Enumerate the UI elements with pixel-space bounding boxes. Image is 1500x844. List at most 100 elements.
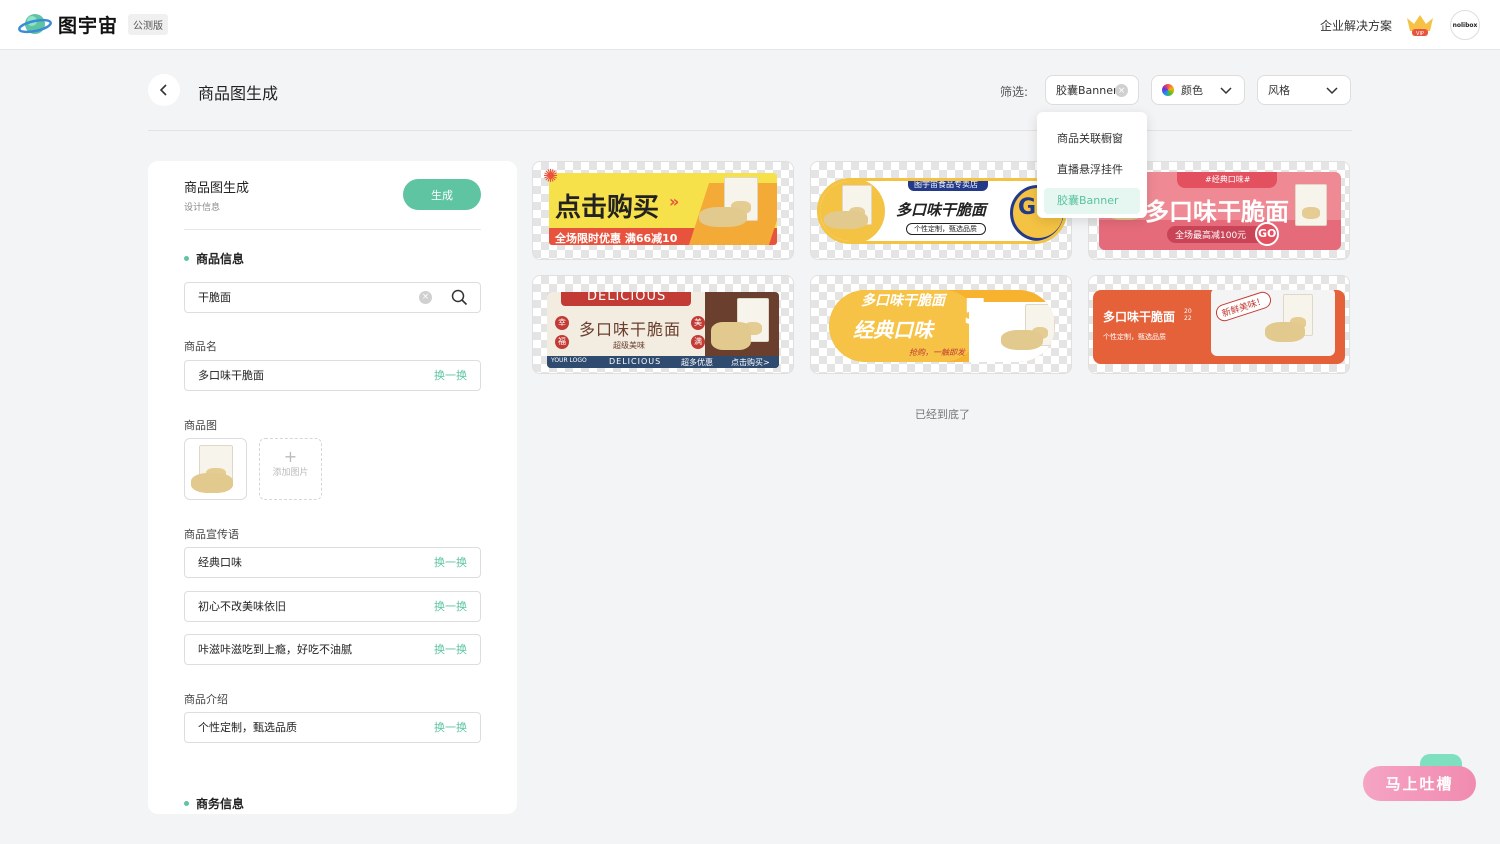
dropdown-item-capsule-banner[interactable]: 胶囊Banner xyxy=(1044,188,1140,214)
business-info-heading-text: 商务信息 xyxy=(196,797,245,811)
search-icon[interactable] xyxy=(451,289,468,306)
banner-6-year-bottom: 22 xyxy=(1184,315,1192,322)
slogan-field-1[interactable]: 经典口味 换一换 xyxy=(184,547,481,578)
intro-value: 个性定制，甄选品质 xyxy=(198,721,297,734)
swap-slogan-1-button[interactable]: 换一换 xyxy=(434,548,467,577)
banner-2-shop: 图宇宙食品专卖店 xyxy=(914,180,978,189)
design-info-panel: 商品图生成 设计信息 生成 商品信息 干脆面 × 商品名 多口味干脆面 换一换 … xyxy=(148,161,517,814)
add-image-label: 添加图片 xyxy=(272,468,309,478)
banner-1-headline: 点击购买 xyxy=(555,193,660,223)
banner-6-tagline: 个性定制，甄选品质 xyxy=(1103,333,1166,341)
product-name-label: 商品名 xyxy=(184,340,217,353)
banner-4-background: DELICIOUS 多口味干脆面 超级美味 幸 福 美 满 YOUR LOGO … xyxy=(547,292,779,368)
banner-1-noodles xyxy=(699,207,747,227)
banner-card-1[interactable]: 点击购买 » 全场限时优惠 满66减10 ✺ xyxy=(532,161,794,260)
banner-1-star-icon: ✺ xyxy=(543,166,559,187)
product-info-heading: 商品信息 xyxy=(184,250,244,267)
panel-title: 商品图生成 xyxy=(184,181,250,196)
app-name: 图宇宙 xyxy=(58,14,119,37)
swap-name-button[interactable]: 换一换 xyxy=(434,361,467,390)
user-avatar[interactable]: nolibox xyxy=(1450,10,1480,40)
banner-1-background: 点击购买 » 全场限时优惠 满66减10 xyxy=(549,173,777,245)
clear-filter-icon[interactable]: × xyxy=(1115,84,1128,97)
banner-3-product-bag xyxy=(1295,184,1327,226)
chevron-down-icon xyxy=(1326,87,1338,95)
dropdown-item-live-widget[interactable]: 直播悬浮挂件 xyxy=(1044,157,1140,183)
banner-3-tag: #经典口味# xyxy=(1205,175,1251,184)
banner-5-number: 5 xyxy=(963,292,989,333)
banner-1-arrows-icon: » xyxy=(669,192,680,211)
banner-6-year-top: 20 xyxy=(1184,308,1192,315)
banner-5-line1: 多口味干脆面 xyxy=(861,293,945,309)
banner-4-char-2: 福 xyxy=(555,335,569,349)
beta-badge: 公测版 xyxy=(128,13,169,35)
banner-4-bar-mid: DELICIOUS xyxy=(609,357,662,366)
app-logo[interactable]: 图宇宙 公测版 xyxy=(18,10,169,38)
banner-5-cta: 抢购，一触即发 xyxy=(909,348,965,357)
section-dot xyxy=(184,256,189,261)
style-filter-select[interactable]: 风格 xyxy=(1257,75,1351,105)
top-bar: 图宇宙 公测版 企业解决方案 VIP nolibox xyxy=(0,0,1500,50)
banner-5-unit: 元 xyxy=(991,315,999,324)
swap-intro-button[interactable]: 换一换 xyxy=(434,713,467,742)
banner-3-promo: 全场最高减100元 xyxy=(1175,231,1247,241)
page-title: 商品图生成 xyxy=(198,84,279,103)
business-info-heading: 商务信息 xyxy=(184,795,244,812)
feedback-button[interactable]: 马上吐槽 xyxy=(1363,766,1476,801)
vip-crown-icon[interactable]: VIP xyxy=(1404,12,1436,38)
banner-4-logo: YOUR LOGO xyxy=(551,357,587,364)
banner-card-5[interactable]: 多口味干脆面 经典口味 5 元 抢购，一触即发 xyxy=(810,275,1072,374)
product-search-value: 干脆面 xyxy=(198,291,231,304)
vip-label: VIP xyxy=(1416,31,1424,37)
slogan-label: 商品宣传语 xyxy=(184,528,239,541)
color-wheel-icon xyxy=(1162,84,1174,96)
planet-logo-icon xyxy=(18,10,52,38)
banner-5-line2: 经典口味 xyxy=(853,318,933,342)
generate-button[interactable]: 生成 xyxy=(403,179,481,210)
intro-field[interactable]: 个性定制，甄选品质 换一换 xyxy=(184,712,481,743)
banner-4-char-4: 满 xyxy=(691,335,705,349)
banner-4-bar-cta: 点击购买> xyxy=(731,358,770,367)
type-filter-value: 胶囊Banner xyxy=(1056,84,1118,97)
feedback-label: 马上吐槽 xyxy=(1385,775,1454,793)
dropdown-item-showcase[interactable]: 商品关联橱窗 xyxy=(1044,126,1140,152)
type-filter-select[interactable]: 胶囊Banner × xyxy=(1045,75,1139,105)
chevron-down-icon xyxy=(1220,87,1232,95)
color-filter-select[interactable]: 颜色 xyxy=(1151,75,1245,105)
banner-card-4[interactable]: DELICIOUS 多口味干脆面 超级美味 幸 福 美 满 YOUR LOGO … xyxy=(532,275,794,374)
panel-divider xyxy=(184,229,481,230)
swap-slogan-3-button[interactable]: 换一换 xyxy=(434,635,467,664)
product-image-thumbnail[interactable] xyxy=(184,438,247,500)
slogan-field-2[interactable]: 初心不改美味依旧 换一换 xyxy=(184,591,481,622)
intro-label: 商品介绍 xyxy=(184,693,228,706)
noodle-image xyxy=(191,473,233,493)
product-name-field[interactable]: 多口味干脆面 换一换 xyxy=(184,360,481,391)
slogan-field-3[interactable]: 咔滋咔滋吃到上瘾，好吃不油腻 换一换 xyxy=(184,634,481,665)
banner-5-capsule: 多口味干脆面 经典口味 5 元 抢购，一触即发 xyxy=(829,290,1055,362)
banner-4-noodles xyxy=(711,322,751,350)
banner-6-noodles xyxy=(1265,322,1305,342)
end-of-list-note: 已经到底了 xyxy=(915,408,970,421)
banner-3-go: GO xyxy=(1258,227,1277,240)
swap-slogan-2-button[interactable]: 换一换 xyxy=(434,592,467,621)
banner-card-6[interactable]: 多口味干脆面 20 22 个性定制，甄选品质 新鲜美味！ xyxy=(1088,275,1350,374)
style-filter-label: 风格 xyxy=(1268,84,1290,97)
banner-4-sub: 超级美味 xyxy=(613,341,645,350)
banner-4-bar-deal: 超多优惠 xyxy=(681,358,713,367)
color-filter-label: 颜色 xyxy=(1181,84,1203,97)
banner-2-capsule: 图宇宙食品专卖店 多口味干脆面 个性定制，甄选品质 GO xyxy=(817,178,1067,244)
type-filter-dropdown: 商品关联橱窗 直播悬浮挂件 胶囊Banner xyxy=(1037,112,1147,218)
back-button[interactable] xyxy=(148,74,180,106)
section-dot xyxy=(184,801,189,806)
banner-1-promo: 全场限时优惠 满66减10 xyxy=(555,232,678,245)
product-search-input[interactable]: 干脆面 × xyxy=(184,282,481,313)
banner-6-background: 多口味干脆面 20 22 个性定制，甄选品质 新鲜美味！ xyxy=(1093,290,1345,364)
clear-search-icon[interactable]: × xyxy=(419,291,432,304)
add-image-button[interactable]: + 添加图片 xyxy=(259,438,322,500)
banner-2-noodles xyxy=(824,211,868,229)
enterprise-solutions-link[interactable]: 企业解决方案 xyxy=(1320,17,1392,34)
product-image-label: 商品图 xyxy=(184,419,217,432)
slogan-value-1: 经典口味 xyxy=(198,556,242,569)
plus-icon: + xyxy=(283,447,298,466)
banner-card-2[interactable]: 图宇宙食品专卖店 多口味干脆面 个性定制，甄选品质 GO xyxy=(810,161,1072,260)
